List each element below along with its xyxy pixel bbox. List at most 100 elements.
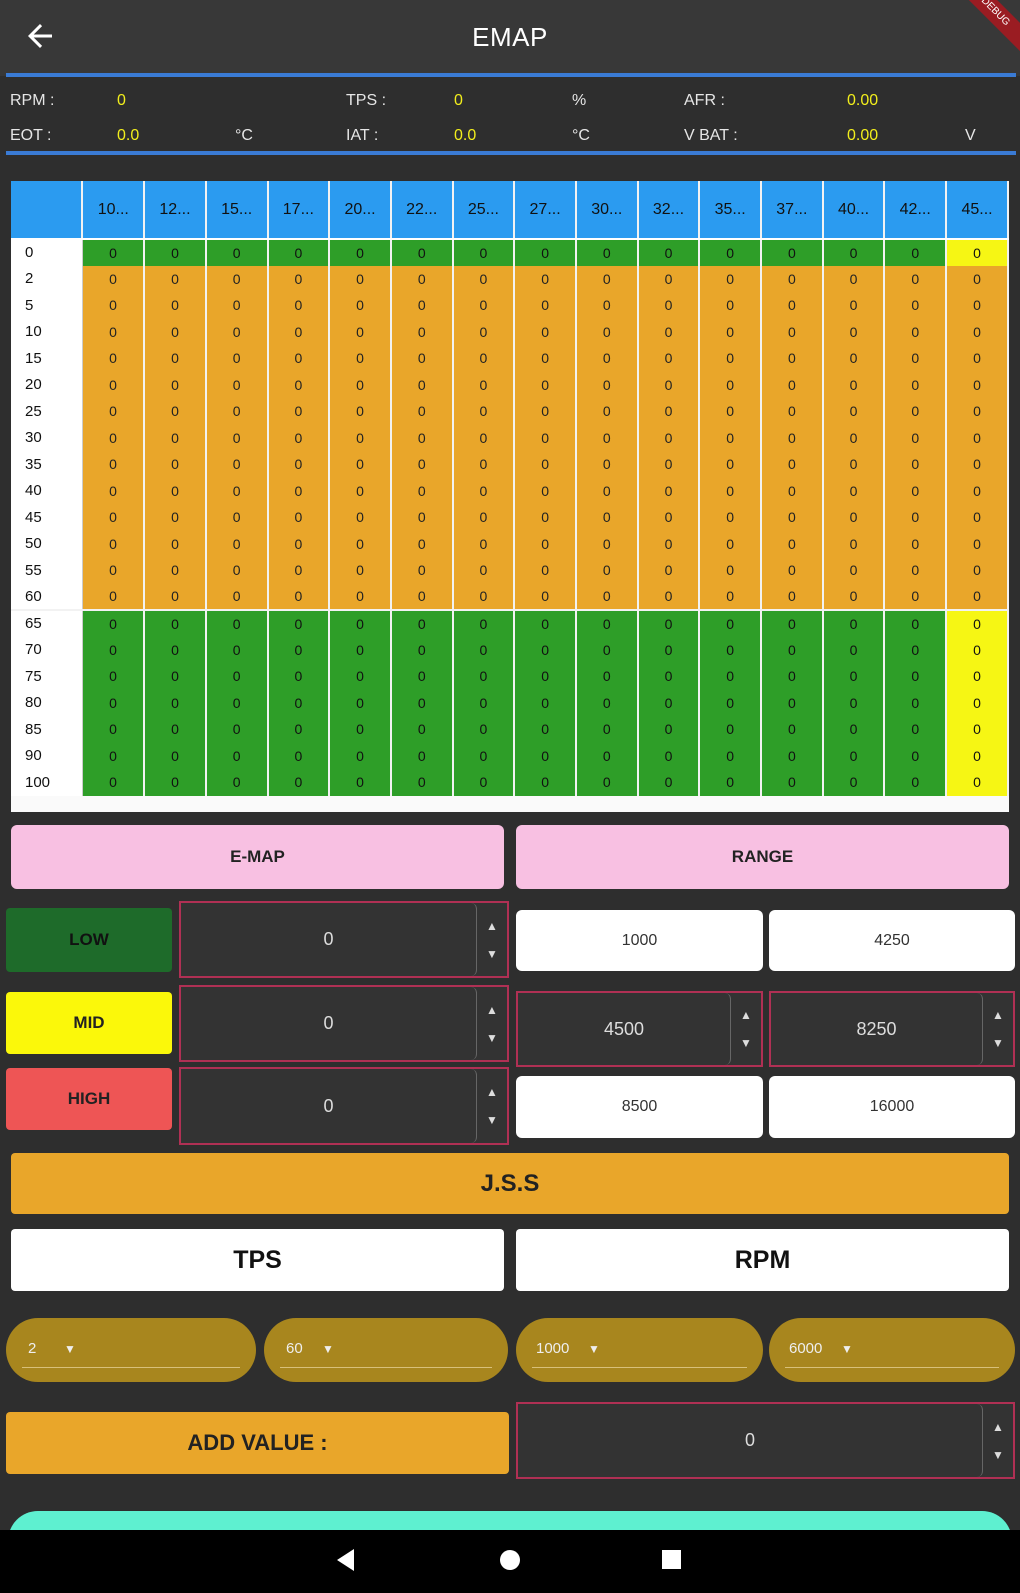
table-cell[interactable]: 0 xyxy=(390,689,454,716)
table-cell[interactable]: 0 xyxy=(884,689,948,716)
table-cell[interactable]: 0 xyxy=(82,292,146,319)
table-cell[interactable]: 0 xyxy=(452,424,516,451)
table-cell[interactable]: 0 xyxy=(514,663,577,690)
table-cell[interactable]: 0 xyxy=(82,557,146,584)
table-cell[interactable]: 0 xyxy=(144,239,207,266)
tps-from-dropdown[interactable]: 2 ▼ xyxy=(6,1318,256,1382)
spin-up-icon[interactable]: ▲ xyxy=(740,1008,752,1022)
table-cell[interactable]: 0 xyxy=(267,265,331,292)
table-cell[interactable]: 0 xyxy=(144,504,207,531)
table-cell[interactable]: 0 xyxy=(946,530,1009,557)
table-cell[interactable]: 0 xyxy=(267,345,331,372)
table-cell[interactable]: 0 xyxy=(390,663,454,690)
table-cell[interactable]: 0 xyxy=(452,716,516,743)
table-cell[interactable]: 0 xyxy=(144,769,207,796)
table-cell[interactable]: 0 xyxy=(575,583,639,611)
table-cell[interactable]: 0 xyxy=(82,716,146,743)
table-cell[interactable]: 0 xyxy=(822,265,886,292)
table-cell[interactable]: 0 xyxy=(575,292,639,319)
table-cell[interactable]: 0 xyxy=(946,504,1009,531)
table-cell[interactable]: 0 xyxy=(452,610,516,637)
rpm-button[interactable]: RPM xyxy=(516,1229,1009,1291)
table-cell[interactable]: 0 xyxy=(205,636,269,663)
table-cell[interactable]: 0 xyxy=(267,292,331,319)
table-cell[interactable]: 0 xyxy=(329,583,392,611)
table-cell[interactable]: 0 xyxy=(205,451,269,478)
table-cell[interactable]: 0 xyxy=(329,530,392,557)
table-cell[interactable]: 0 xyxy=(699,636,763,663)
table-cell[interactable]: 0 xyxy=(884,477,948,504)
add-value-spin[interactable]: ▲ ▼ xyxy=(983,1404,1013,1477)
table-cell[interactable]: 0 xyxy=(514,371,577,398)
table-cell[interactable]: 0 xyxy=(699,716,763,743)
table-cell[interactable]: 0 xyxy=(946,610,1009,637)
table-cell[interactable]: 0 xyxy=(267,477,331,504)
table-cell[interactable]: 0 xyxy=(822,477,886,504)
table-cell[interactable]: 0 xyxy=(761,292,824,319)
table-cell[interactable]: 0 xyxy=(144,424,207,451)
table-cell[interactable]: 0 xyxy=(390,292,454,319)
mid-range-end-stepper[interactable]: 8250 ▲ ▼ xyxy=(769,991,1015,1067)
table-cell[interactable]: 0 xyxy=(761,265,824,292)
table-cell[interactable]: 0 xyxy=(452,451,516,478)
table-cell[interactable]: 0 xyxy=(205,583,269,611)
table-cell[interactable]: 0 xyxy=(637,265,701,292)
table-cell[interactable]: 0 xyxy=(575,239,639,266)
table-cell[interactable]: 0 xyxy=(884,424,948,451)
table-cell[interactable]: 0 xyxy=(390,504,454,531)
table-cell[interactable]: 0 xyxy=(267,583,331,611)
table-cell[interactable]: 0 xyxy=(205,265,269,292)
table-cell[interactable]: 0 xyxy=(637,371,701,398)
table-cell[interactable]: 0 xyxy=(452,504,516,531)
table-cell[interactable]: 0 xyxy=(267,318,331,345)
spin-down-icon[interactable]: ▼ xyxy=(486,1031,498,1045)
table-cell[interactable]: 0 xyxy=(637,451,701,478)
table-cell[interactable]: 0 xyxy=(390,265,454,292)
table-cell[interactable]: 0 xyxy=(82,742,146,769)
table-cell[interactable]: 0 xyxy=(267,371,331,398)
table-cell[interactable]: 0 xyxy=(699,345,763,372)
table-cell[interactable]: 0 xyxy=(329,610,392,637)
table-cell[interactable]: 0 xyxy=(205,663,269,690)
table-cell[interactable]: 0 xyxy=(699,610,763,637)
table-cell[interactable]: 0 xyxy=(761,742,824,769)
table-cell[interactable]: 0 xyxy=(884,742,948,769)
table-cell[interactable]: 0 xyxy=(514,398,577,425)
table-cell[interactable]: 0 xyxy=(822,610,886,637)
table-cell[interactable]: 0 xyxy=(946,716,1009,743)
table-cell[interactable]: 0 xyxy=(514,557,577,584)
jss-button[interactable]: J.S.S xyxy=(11,1153,1009,1214)
table-cell[interactable]: 0 xyxy=(452,318,516,345)
table-cell[interactable]: 0 xyxy=(699,318,763,345)
high-value-input[interactable]: 0 xyxy=(181,1069,477,1143)
table-cell[interactable]: 0 xyxy=(452,530,516,557)
table-cell[interactable]: 0 xyxy=(205,477,269,504)
table-cell[interactable]: 0 xyxy=(699,689,763,716)
table-cell[interactable]: 0 xyxy=(575,345,639,372)
spin-up-icon[interactable]: ▲ xyxy=(486,1085,498,1099)
table-cell[interactable]: 0 xyxy=(822,504,886,531)
table-cell[interactable]: 0 xyxy=(946,689,1009,716)
table-cell[interactable]: 0 xyxy=(82,371,146,398)
table-cell[interactable]: 0 xyxy=(205,530,269,557)
table-cell[interactable]: 0 xyxy=(822,318,886,345)
table-cell[interactable]: 0 xyxy=(575,265,639,292)
table-cell[interactable]: 0 xyxy=(390,477,454,504)
table-cell[interactable]: 0 xyxy=(699,424,763,451)
table-cell[interactable]: 0 xyxy=(637,424,701,451)
table-cell[interactable]: 0 xyxy=(82,239,146,266)
table-cell[interactable]: 0 xyxy=(82,504,146,531)
table-cell[interactable]: 0 xyxy=(205,610,269,637)
table-cell[interactable]: 0 xyxy=(144,371,207,398)
table-cell[interactable]: 0 xyxy=(575,689,639,716)
table-cell[interactable]: 0 xyxy=(946,371,1009,398)
table-cell[interactable]: 0 xyxy=(82,610,146,637)
table-cell[interactable]: 0 xyxy=(575,477,639,504)
table-cell[interactable]: 0 xyxy=(822,742,886,769)
table-cell[interactable]: 0 xyxy=(267,451,331,478)
low-range-start[interactable]: 1000 xyxy=(516,910,763,971)
table-cell[interactable]: 0 xyxy=(329,557,392,584)
table-cell[interactable]: 0 xyxy=(144,636,207,663)
table-cell[interactable]: 0 xyxy=(82,583,146,611)
high-range-end[interactable]: 16000 xyxy=(769,1076,1015,1138)
